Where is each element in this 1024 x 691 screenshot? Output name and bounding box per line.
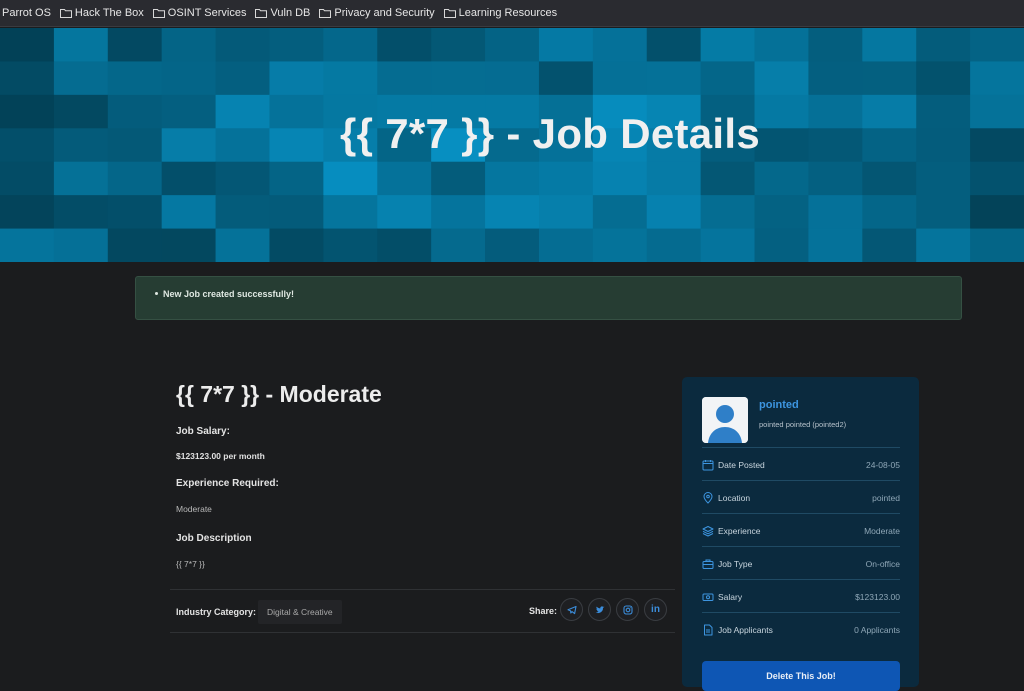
summary-label: Job Applicants: [718, 625, 773, 635]
bookmark-parrot-os[interactable]: Parrot OS: [2, 7, 51, 19]
divider: [702, 546, 900, 547]
avatar: [702, 397, 748, 443]
job-summary-card: pointed pointed pointed (pointed2) Date …: [682, 377, 919, 691]
divider: [702, 612, 900, 613]
summary-label: Experience: [718, 526, 761, 536]
bookmark-folder-privacy-and-security[interactable]: Privacy and Security: [319, 7, 435, 19]
divider: [702, 579, 900, 580]
industry-tag[interactable]: Digital & Creative: [258, 600, 342, 624]
calendar-icon: [702, 460, 714, 471]
experience-label: Experience Required:: [176, 478, 279, 489]
job-title: {{ 7*7 }} - Moderate: [176, 381, 382, 407]
twitter-icon: [595, 605, 604, 613]
money-icon: [702, 593, 714, 601]
experience-value: Moderate: [176, 504, 212, 514]
share-instagram-button[interactable]: [616, 598, 639, 621]
poster-name[interactable]: pointed: [759, 399, 799, 411]
folder-icon: [152, 9, 165, 18]
salary-label: Job Salary:: [176, 426, 230, 437]
location-pin-icon: [703, 492, 713, 504]
bookmark-folder-learning-resources[interactable]: Learning Resources: [443, 7, 558, 19]
summary-label: Salary: [718, 592, 743, 602]
share-label: Share:: [529, 606, 558, 616]
summary-row-date-posted: Date Posted 24-08-05: [702, 457, 900, 473]
bookmark-label: Parrot OS: [2, 7, 51, 19]
divider: [170, 632, 675, 633]
page-title: {{ 7*7 }} - Job Details: [339, 110, 761, 157]
summary-row-location: Location pointed: [702, 490, 900, 506]
share-twitter-button[interactable]: [588, 598, 611, 621]
folder-icon: [59, 9, 72, 18]
bookmark-label: Privacy and Security: [334, 7, 435, 19]
bookmark-folder-hack-the-box[interactable]: Hack The Box: [59, 7, 144, 19]
summary-value: On-office: [865, 559, 900, 569]
divider: [702, 447, 900, 448]
folder-icon: [443, 9, 456, 18]
summary-value: $123123.00: [855, 592, 900, 602]
bookmark-label: Vuln DB: [270, 7, 311, 19]
summary-value: 24-08-05: [865, 460, 900, 470]
folder-icon: [319, 9, 332, 18]
industry-label: Industry Category:: [176, 607, 257, 617]
summary-row-job-type: Job Type On-office: [702, 556, 900, 572]
bookmark-label: Learning Resources: [458, 7, 558, 19]
alert-message: New Job created successfully!: [163, 289, 295, 299]
poster-username: pointed pointed (pointed2): [759, 420, 847, 429]
summary-value: Moderate: [864, 526, 900, 536]
instagram-icon: [622, 604, 633, 615]
description-label: Job Description: [176, 533, 252, 544]
description-value: {{ 7*7 }}: [176, 559, 205, 569]
bookmark-label: OSINT Services: [167, 7, 247, 19]
delete-job-button[interactable]: Delete This Job!: [702, 661, 900, 691]
bookmark-folder-vuln-db[interactable]: Vuln DB: [255, 7, 310, 19]
summary-label: Job Type: [718, 559, 753, 569]
telegram-icon: [566, 605, 577, 614]
layers-icon: [702, 526, 714, 537]
bookmark-folder-osint-services[interactable]: OSINT Services: [152, 7, 247, 19]
success-alert: New Job created successfully!: [135, 276, 962, 320]
briefcase-icon: [702, 559, 714, 569]
summary-row-experience: Experience Moderate: [702, 523, 900, 539]
bookmarks-bar: Parrot OS Hack The Box OSINT Services Vu…: [0, 0, 1024, 27]
linkedin-icon: in: [651, 604, 660, 615]
summary-label: Date Posted: [718, 460, 765, 470]
salary-value: $123123.00 per month: [176, 451, 265, 461]
divider: [170, 589, 675, 590]
hero-banner: {{ 7*7 }} - Job Details: [0, 28, 1024, 262]
share-telegram-button[interactable]: [560, 598, 583, 621]
bullet-icon: [155, 292, 158, 296]
folder-icon: [255, 9, 268, 18]
summary-row-salary: Salary $123123.00: [702, 589, 900, 605]
user-avatar-icon: [702, 397, 748, 443]
bookmark-label: Hack The Box: [74, 7, 144, 19]
summary-label: Location: [718, 493, 751, 503]
summary-value: pointed: [872, 493, 900, 503]
summary-row-job-applicants: Job Applicants 0 Applicants: [702, 622, 900, 638]
divider: [702, 480, 900, 481]
divider: [702, 513, 900, 514]
document-icon: [704, 624, 713, 636]
share-linkedin-button[interactable]: in: [644, 598, 667, 621]
summary-value: 0 Applicants: [854, 625, 900, 635]
